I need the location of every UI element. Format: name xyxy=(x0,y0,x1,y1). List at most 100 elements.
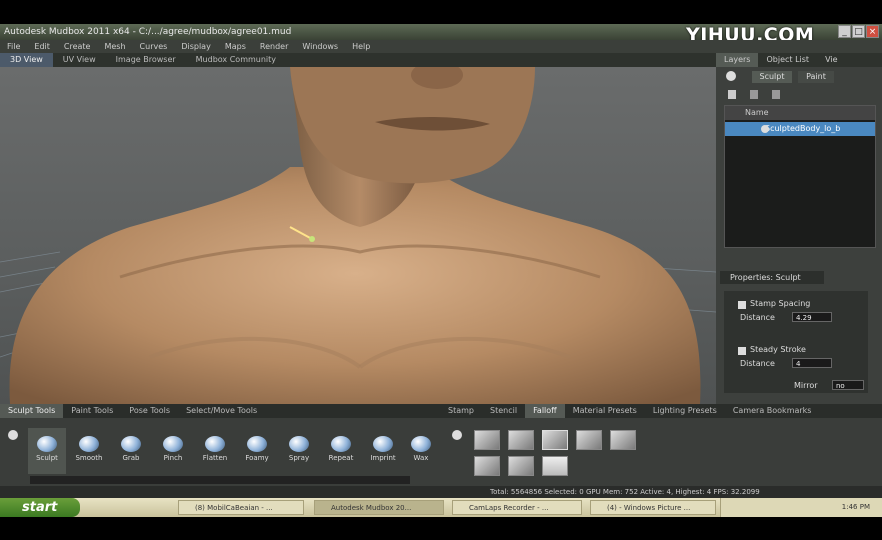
tool-label: Foamy xyxy=(245,454,269,462)
tab-pose-tools[interactable]: Pose Tools xyxy=(121,404,178,418)
layer-row-selected[interactable]: SculptedBody_lo_b xyxy=(725,122,875,136)
tool-label: Repeat xyxy=(328,454,354,462)
menu-bar: File Edit Create Mesh Curves Display Maps Rende… xyxy=(0,40,882,53)
tool-foamy[interactable]: Foamy xyxy=(238,428,276,474)
view-tab-row: 3D View UV View Image Browser Mudbox Commun… xyxy=(0,53,716,67)
stamp-spacing-label: Stamp Spacing xyxy=(750,299,811,308)
tab-stencil[interactable]: Stencil xyxy=(482,404,525,418)
window-title: Autodesk Mudbox 2011 x64 - C:/.../agree/… xyxy=(4,27,292,37)
tool-smooth[interactable]: Smooth xyxy=(70,428,108,474)
subtab-sculpt[interactable]: Sculpt xyxy=(752,71,792,83)
right-panel-tabs: Layers Object List Vie xyxy=(716,53,882,67)
tab-stamp[interactable]: Stamp xyxy=(440,404,482,418)
tool-wax[interactable]: Wax xyxy=(404,428,438,474)
tool-label: Imprint xyxy=(370,454,396,462)
falloff-preset-3[interactable] xyxy=(542,430,568,450)
minimize-button[interactable]: _ xyxy=(838,25,851,38)
steady-stroke-label: Steady Stroke xyxy=(750,345,806,354)
tool-grab[interactable]: Grab xyxy=(112,428,150,474)
tool-label: Wax xyxy=(413,454,429,462)
tab-3d-view[interactable]: 3D View xyxy=(0,53,53,67)
tool-imprint[interactable]: Imprint xyxy=(364,428,402,474)
layer-list: Name SculptedBody_lo_b xyxy=(724,105,876,248)
menu-windows[interactable]: Windows xyxy=(295,40,345,53)
falloff-preset-2[interactable] xyxy=(508,430,534,450)
tool-label: Grab xyxy=(122,454,140,462)
tab-object-list[interactable]: Object List xyxy=(758,53,817,67)
clock: 1:46 PM xyxy=(841,503,870,511)
tools-scrollbar[interactable] xyxy=(30,476,410,484)
delete-layer-icon[interactable] xyxy=(750,90,758,99)
tab-viewport-filters[interactable]: Vie xyxy=(817,53,845,67)
tool-pinch[interactable]: Pinch xyxy=(154,428,192,474)
status-text: Total: 5564856 Selected: 0 GPU Mem: 752 … xyxy=(490,488,760,496)
tool-label: Pinch xyxy=(163,454,183,462)
menu-file[interactable]: File xyxy=(0,40,27,53)
tool-sculpt[interactable]: Sculpt xyxy=(28,428,66,474)
taskbar-item-1[interactable]: (8) MobilCaBeaian - ... xyxy=(178,500,304,515)
letterbox-top xyxy=(0,0,882,24)
help-icon[interactable] xyxy=(726,71,736,81)
menu-help[interactable]: Help xyxy=(345,40,377,53)
taskbar-item-camlaps[interactable]: CamLaps Recorder - ... xyxy=(452,500,582,515)
falloff-preset-1[interactable] xyxy=(474,430,500,450)
maximize-button[interactable]: □ xyxy=(852,25,865,38)
menu-edit[interactable]: Edit xyxy=(27,40,57,53)
menu-curves[interactable]: Curves xyxy=(133,40,175,53)
bottom-tray: Sculpt Tools Paint Tools Pose Tools Select/… xyxy=(0,404,882,496)
distance-field[interactable]: 4.29 xyxy=(792,312,832,322)
tools-help-icon[interactable] xyxy=(8,430,18,440)
eye-icon[interactable] xyxy=(761,125,769,133)
start-label: start xyxy=(22,500,58,515)
mirror-select[interactable]: no xyxy=(832,380,864,390)
layer-options-icon[interactable] xyxy=(772,90,780,99)
new-layer-icon[interactable] xyxy=(728,90,736,99)
tab-mudbox-community[interactable]: Mudbox Community xyxy=(186,53,286,67)
tab-uv-view[interactable]: UV View xyxy=(53,53,106,67)
menu-maps[interactable]: Maps xyxy=(218,40,253,53)
steady-distance-label: Distance xyxy=(740,359,775,368)
menu-create[interactable]: Create xyxy=(57,40,98,53)
stamp-help-icon[interactable] xyxy=(452,430,462,440)
layer-list-header: Name xyxy=(725,106,875,120)
falloff-preset-5[interactable] xyxy=(610,430,636,450)
stamp-tabs: Stamp Stencil Falloff Material Presets Light… xyxy=(440,404,882,418)
start-button[interactable]: start xyxy=(0,498,80,517)
steady-distance-field[interactable]: 4 xyxy=(792,358,832,368)
menu-mesh[interactable]: Mesh xyxy=(97,40,132,53)
tool-flatten[interactable]: Flatten xyxy=(196,428,234,474)
properties-header: Properties: Sculpt xyxy=(720,271,824,284)
tab-lighting-presets[interactable]: Lighting Presets xyxy=(645,404,725,418)
taskbar-item-pictures[interactable]: (4) - Windows Picture ... xyxy=(590,500,716,515)
menu-display[interactable]: Display xyxy=(174,40,218,53)
taskbar: start (8) MobilCaBeaian - ... Autodesk M… xyxy=(0,498,882,517)
close-button[interactable]: × xyxy=(866,25,879,38)
falloff-preset-6[interactable] xyxy=(474,456,500,476)
tab-layers[interactable]: Layers xyxy=(716,53,759,67)
right-panel: Layers Object List Vie Sculpt Paint Name S… xyxy=(716,53,882,404)
tab-select-move-tools[interactable]: Select/Move Tools xyxy=(178,404,265,418)
steady-stroke-checkbox[interactable] xyxy=(738,347,746,355)
tool-repeat[interactable]: Repeat xyxy=(322,428,360,474)
stamp-spacing-checkbox[interactable] xyxy=(738,301,746,309)
properties-panel: Stamp Spacing Distance 4.29 Steady Strok… xyxy=(724,291,868,393)
distance-label: Distance xyxy=(740,313,775,322)
falloff-preset-7[interactable] xyxy=(508,456,534,476)
menu-render[interactable]: Render xyxy=(253,40,295,53)
3d-viewport[interactable] xyxy=(0,67,716,404)
tab-material-presets[interactable]: Material Presets xyxy=(565,404,645,418)
tool-label: Sculpt xyxy=(36,454,58,462)
tab-image-browser[interactable]: Image Browser xyxy=(106,53,186,67)
subtab-paint[interactable]: Paint xyxy=(798,71,834,83)
tool-label: Flatten xyxy=(202,454,228,462)
tool-spray[interactable]: Spray xyxy=(280,428,318,474)
falloff-preset-4[interactable] xyxy=(576,430,602,450)
tab-falloff[interactable]: Falloff xyxy=(525,404,565,418)
taskbar-item-mudbox[interactable]: Autodesk Mudbox 20... xyxy=(314,500,444,515)
falloff-preset-8[interactable] xyxy=(542,456,568,476)
tool-tabs: Sculpt Tools Paint Tools Pose Tools Select/… xyxy=(0,404,440,418)
tab-camera-bookmarks[interactable]: Camera Bookmarks xyxy=(725,404,820,418)
tab-paint-tools[interactable]: Paint Tools xyxy=(63,404,121,418)
tab-sculpt-tools[interactable]: Sculpt Tools xyxy=(0,404,64,418)
system-tray: 1:46 PM xyxy=(720,498,882,517)
